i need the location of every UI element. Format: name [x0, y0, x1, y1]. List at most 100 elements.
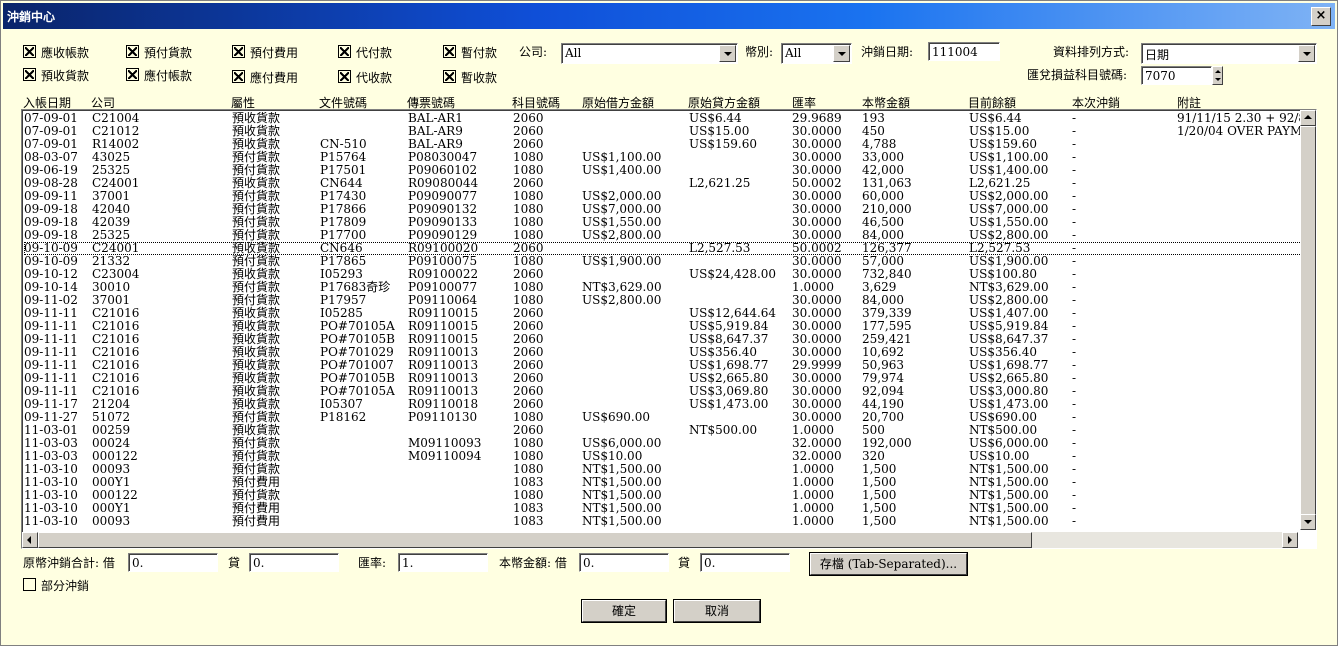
table-row[interactable]: 09-11-17 21204 預收貨款 I05307 R09110018 2060 US$1… [24, 398, 1314, 411]
checkbox-mark[interactable] [443, 70, 456, 83]
checkbox-mark[interactable] [338, 45, 351, 58]
table-row[interactable]: 11-03-10 000Y1 預付費用 1083 NT$1,500.00 1.0000 1,… [24, 476, 1314, 489]
table-row[interactable]: 09-11-11 C21016 預收貨款 PO#70105A R09110015 2060… [24, 320, 1314, 333]
scroll-up-button[interactable] [1300, 110, 1316, 126]
currency-select[interactable]: All [781, 43, 852, 64]
currency-value: All [785, 46, 802, 60]
chevron-down-icon[interactable] [833, 45, 850, 62]
checkbox-mark[interactable] [23, 45, 36, 58]
cancel-button[interactable]: 取消 [674, 600, 760, 622]
checkbox-mark[interactable] [23, 68, 36, 81]
vertical-scroll-thumb[interactable] [1300, 126, 1316, 516]
table-row[interactable]: 09-09-18 42040 預付貨款 P17866 P09090132 1080 US$7… [24, 203, 1314, 216]
filter-advance-paid-checkbox[interactable]: 代付款 [338, 45, 392, 61]
table-row[interactable]: 11-03-10 00093 預付費用 1083 NT$1,500.00 1.0000 1,… [24, 515, 1314, 528]
checkbox-mark[interactable] [126, 68, 139, 81]
cell-orig-credit: L2,527.53 [689, 241, 751, 255]
table-row[interactable]: 11-03-03 000122 預付貨款 M09110094 1080 US$10.00 3… [24, 450, 1314, 463]
fx-account-label: 匯兌損益科目號碼: [1027, 68, 1128, 82]
orig-credit-label: 貸 [228, 556, 241, 570]
title-bar[interactable]: 沖銷中心 × [3, 3, 1335, 29]
cell-type: 預付費用 [232, 514, 281, 528]
table-row[interactable]: 11-03-10 000Y1 預付費用 1083 NT$1,500.00 1.0000 1,… [24, 502, 1314, 515]
table-row[interactable]: 09-11-02 37001 預付貨款 P17957 P09110064 1080 US$2… [24, 294, 1314, 307]
checkbox-mark[interactable] [232, 45, 245, 58]
table-row[interactable]: 09-10-09 C24001 預收貨款 CN646 R09100020 2060 L2,5… [24, 242, 1314, 255]
table-row[interactable]: 09-11-11 C21016 預收貨款 I05285 R09110015 2060 US$… [24, 307, 1314, 320]
orig-credit-field[interactable]: 0. [249, 553, 339, 572]
save-tsv-button[interactable]: 存檔 (Tab-Separated)... [810, 553, 967, 575]
scroll-left-button[interactable] [22, 532, 38, 548]
checkbox-mark[interactable] [443, 45, 456, 58]
table-row[interactable]: 09-08-28 C24001 預收貨款 CN644 R09080044 2060 L2,6… [24, 177, 1314, 190]
chevron-down-icon[interactable] [719, 45, 736, 62]
filter-prereceived-checkbox[interactable]: 預收貨款 [23, 68, 89, 84]
table-row[interactable]: 11-03-10 000122 預付貨款 1080 NT$1,500.00 1.0000 1… [24, 489, 1314, 502]
cell-orig-debit: US$2,800.00 [582, 228, 662, 242]
table-row[interactable]: 11-03-10 00093 預付貨款 1080 NT$1,500.00 1.0000 1,… [24, 463, 1314, 476]
table-row[interactable]: 09-09-18 42039 預付貨款 P17809 P09090133 1080 US$1… [24, 216, 1314, 229]
filter-temp-paid-checkbox[interactable]: 暫付款 [443, 45, 497, 61]
checkbox-mark[interactable] [232, 70, 245, 83]
table-row[interactable]: 09-10-09 21332 預付貨款 P17865 P09100075 1080 US$1… [24, 255, 1314, 268]
table-row[interactable]: 09-06-19 25325 預付貨款 P17501 P09060102 1080 US$1… [24, 164, 1314, 177]
filter-prepay-expense-checkbox[interactable]: 預付費用 [232, 45, 298, 61]
entries-grid[interactable]: 07-09-01 C21004 預收貨款 BAL-AR1 2060 US$6.44 29.9… [21, 109, 1317, 549]
filter-advance-paid-label: 代付款 [356, 46, 393, 60]
filter-collected-label: 代收款 [356, 71, 393, 85]
table-row[interactable]: 09-10-12 C23004 預收貨款 I05293 R09100022 2060 US$… [24, 268, 1314, 281]
scroll-right-button[interactable] [1282, 532, 1298, 548]
close-button[interactable]: × [1311, 7, 1331, 26]
horizontal-scroll-thumb[interactable] [38, 532, 1032, 548]
company-select[interactable]: All [561, 43, 738, 64]
scroll-down-button[interactable] [1300, 514, 1316, 530]
filter-ap-label: 應付帳款 [144, 69, 193, 83]
table-row[interactable]: 09-11-11 C21016 預收貨款 PO#70105B R09110013 2060… [24, 372, 1314, 385]
table-row[interactable]: 11-03-01 00259 預收貨款 2060 NT$500.00 1.0000 500 N… [24, 424, 1314, 437]
filter-temp-received-label: 暫收款 [461, 71, 498, 85]
table-row[interactable]: 09-11-11 C21016 預收貨款 PO#70105B R09110015 2060… [24, 333, 1314, 346]
window-title: 沖銷中心 [7, 10, 56, 24]
vertical-scrollbar[interactable] [1300, 110, 1316, 530]
cell-local-amount: 1,500 [862, 514, 897, 528]
chevron-down-icon[interactable] [1298, 45, 1315, 62]
table-row[interactable]: 09-11-11 C21016 預收貨款 PO#701007 R09110013 2060… [24, 359, 1314, 372]
fx-account-spinner[interactable] [1212, 66, 1223, 85]
filter-ap-checkbox[interactable]: 應付帳款 [126, 68, 192, 84]
filter-collected-checkbox[interactable]: 代收款 [338, 70, 392, 86]
cell-orig-debit: US$1,900.00 [582, 254, 662, 268]
arrow-up-icon [1304, 115, 1312, 119]
filter-temp-received-checkbox[interactable]: 暫收款 [443, 70, 497, 86]
table-row[interactable]: 09-10-14 30010 預付貨款 P17683奇珍 P09100077 1080 NT… [24, 281, 1314, 294]
checkbox-mark[interactable] [23, 578, 36, 591]
table-row[interactable]: 09-11-27 51072 預付貨款 P18162 P09110130 1080 US$6… [24, 411, 1314, 424]
filter-ar-checkbox[interactable]: 應收帳款 [23, 45, 89, 61]
table-row[interactable]: 09-11-11 C21016 預收貨款 PO#70105A R09110013 2060… [24, 385, 1314, 398]
table-row[interactable]: 09-09-18 25325 預付貨款 P17700 P09090129 1080 US$2… [24, 229, 1314, 242]
checkbox-mark[interactable] [338, 70, 351, 83]
ok-button[interactable]: 確定 [582, 600, 666, 622]
orig-debit-field[interactable]: 0. [128, 553, 218, 572]
rate-field[interactable]: 1. [398, 553, 488, 572]
table-row[interactable]: 07-09-01 R14002 預收貨款 CN-510 BAL-AR9 2060 US$15… [24, 138, 1314, 151]
table-row[interactable]: 07-09-01 C21012 預收貨款 BAL-AR9 2060 US$15.00 30.… [24, 125, 1314, 138]
partial-writeoff-checkbox[interactable]: 部分沖銷 [23, 578, 89, 594]
date-input[interactable]: 111004 [928, 42, 1000, 61]
arrow-down-icon [1304, 520, 1312, 524]
table-row[interactable]: 09-11-11 C21016 預收貨款 PO#701029 R09110013 2060… [24, 346, 1314, 359]
table-row[interactable]: 07-09-01 C21004 預收貨款 BAL-AR1 2060 US$6.44 29.9… [24, 112, 1314, 125]
table-row[interactable]: 08-03-07 43025 預付貨款 P15764 P08030047 1080 US$1… [24, 151, 1314, 164]
filter-ap-expense-checkbox[interactable]: 應付費用 [232, 70, 298, 86]
filter-prepay-goods-checkbox[interactable]: 預付貨款 [126, 45, 192, 61]
grid-rows: 07-09-01 C21004 預收貨款 BAL-AR1 2060 US$6.44 29.9… [24, 112, 1314, 532]
table-row[interactable]: 09-09-11 37001 預付貨款 P17430 P09090077 1080 US$2… [24, 190, 1314, 203]
local-credit-field[interactable]: 0. [700, 553, 790, 572]
sort-select[interactable]: 日期 [1141, 43, 1317, 64]
checkbox-mark[interactable] [126, 45, 139, 58]
table-row[interactable]: 11-03-03 00024 預付貨款 M09110093 1080 US$6,000.0… [24, 437, 1314, 450]
local-debit-field[interactable]: 0. [579, 553, 669, 572]
cell-company: 00093 [92, 514, 131, 528]
horizontal-scrollbar[interactable] [22, 532, 1298, 548]
rate-label: 匯率: [358, 556, 387, 570]
fx-account-input[interactable]: 7070 [1141, 66, 1212, 85]
